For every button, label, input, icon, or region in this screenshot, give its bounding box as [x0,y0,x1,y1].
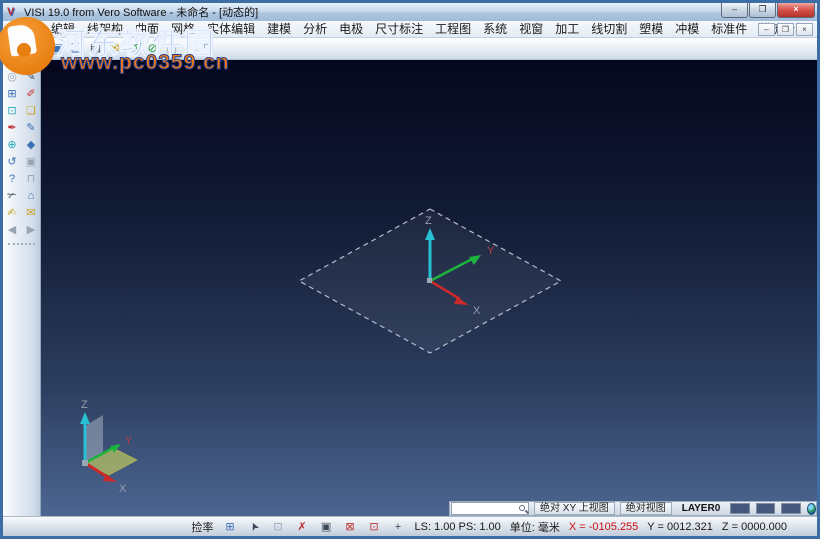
menu-system[interactable]: 系统 [477,21,513,37]
grid-snap-icon[interactable]: ⊞ [223,520,238,533]
view-toolbar: ◎ ✎ ⊞ ✐ ⊡ ❏ ✒ ✎ ⊕ ◆ ↺ ▣ ? ⊓ ✃ ⌂ ✍ ✉ ◀ ▶ [3,60,41,516]
cursor-icon[interactable]: ➤ [245,517,263,536]
menu-file[interactable]: 文件 [9,21,45,37]
menu-electrode[interactable]: 电极 [333,21,369,37]
active-layer-label[interactable]: LAYER0 [678,503,725,514]
box-delete-icon[interactable]: ⊠ [343,520,358,533]
add-icon[interactable]: + [391,521,406,533]
window-icon[interactable]: ▣ [200,40,217,57]
viewport-canvas: Z Y X Z Y X [80,208,563,495]
app-logo-icon: V [7,5,15,18]
box-select-icon[interactable]: ▣ [319,520,334,533]
menu-drawing[interactable]: 工程图 [429,21,477,37]
menu-standard-parts[interactable]: 标准件 [705,21,753,37]
window-title: VISI 19.0 from Vero Software - 未命名 - [动态… [24,7,259,19]
maximize-button[interactable]: ❐ [749,3,776,18]
menu-bar: 文件 编辑 线架构 曲面 网格 实体编辑 建模 分析 电极 尺寸标注 工程图 系… [3,21,820,38]
forward-icon[interactable]: ▶ [23,222,39,238]
paint-icon[interactable]: ✒ [4,120,20,136]
viewport-3d[interactable]: Z Y X Z Y X [41,60,817,516]
iso-view-icon[interactable]: ▣ [23,154,39,170]
ucs-x-label: X [119,483,127,495]
rotate-view-icon[interactable]: ↺ [4,154,20,170]
new-file-icon[interactable]: ❏ [11,40,28,57]
menu-progress[interactable]: 冲模 [669,21,705,37]
menu-surface[interactable]: 曲面 [129,21,165,37]
face-icon[interactable]: ◆ [23,137,39,153]
print-icon[interactable]: ▤ [87,40,104,57]
globe-icon[interactable]: ⊕ [4,137,20,153]
coordinate-x: X = -0105.255 [568,520,639,533]
help-icon[interactable]: ? [4,171,20,187]
compass-icon[interactable]: ⊘ [144,40,161,57]
coordinate-y: Y = 0012.321 [647,520,713,533]
highlight-box-icon[interactable]: ⊡ [367,520,382,533]
workplane-view-button[interactable]: 绝对 XY 上视图 [534,502,615,515]
color-swatch-3[interactable] [781,503,801,514]
search-box[interactable] [451,502,529,515]
menu-wireframe[interactable]: 线架构 [81,21,129,37]
save-all-icon[interactable]: ❑ [68,40,85,57]
mdi-minimize-button[interactable]: – [758,23,775,36]
center-y-label: Y [487,245,495,257]
main-toolbar: ❏ ❐ ▣ ❑ ▤ ✉ ↺ ⊘ ▢ ▣ [3,38,817,60]
mail-icon[interactable]: ✉ [106,40,123,57]
back-icon[interactable]: ◀ [4,222,20,238]
ucs-z-label: Z [81,399,88,411]
menu-solid-edit[interactable]: 实体编辑 [201,21,261,37]
minimize-button[interactable]: – [721,3,748,18]
sketch-pencil-icon[interactable]: ✎ [23,69,39,85]
toolbar-gripper[interactable] [9,62,34,65]
open-icon[interactable]: ❐ [30,40,47,57]
close-button[interactable]: × [777,3,815,18]
curve-edit-icon[interactable]: ✎ [23,120,39,136]
eraser-icon[interactable]: ✃ [4,188,20,204]
red-pencil-icon[interactable]: ✐ [23,86,39,102]
unit-readout: 单位: 毫米 [509,521,560,534]
status-bar: 捡率 ⊞ ➤ ⊡ ✗ ▣ ⊠ ⊡ + LS: 1.00 PS: 1.00 单位:… [3,516,817,536]
globe-icon[interactable] [806,502,816,515]
save-icon[interactable]: ▣ [49,40,66,57]
menu-modeling[interactable]: 建模 [261,21,297,37]
title-bar[interactable]: V VISI 19.0 from Vero Software - 未命名 - [… [3,3,817,21]
absolute-view-button[interactable]: 绝对视图 [619,502,672,515]
coordinate-z: Z = 0000.000 [721,520,787,533]
snap-label: 捡率 [191,521,214,534]
refresh-icon[interactable]: ↺ [125,40,142,57]
search-icon [519,505,525,511]
center-z-label: Z [425,215,432,227]
menu-mould[interactable]: 塑模 [633,21,669,37]
home-view-icon[interactable]: ⌂ [23,188,39,204]
menu-mesh[interactable]: 网格 [165,21,201,37]
view-status-row: 绝对 XY 上视图 绝对视图 LAYER0 [449,501,817,516]
zoom-previous-icon[interactable]: ◎ [4,69,20,85]
mail2-icon[interactable]: ✉ [23,205,39,221]
color-swatch-1[interactable] [730,503,750,514]
app-window: V VISI 19.0 from Vero Software - 未命名 - [… [0,0,820,539]
zoom-window-icon[interactable]: ⊡ [4,103,20,119]
color-swatch-2[interactable] [755,503,776,514]
fit-view-icon[interactable]: ⊞ [4,86,20,102]
measure-icon[interactable]: ⊓ [23,171,39,187]
search-input[interactable] [452,503,528,514]
mdi-close-button[interactable]: × [796,23,813,36]
toolbar-divider [8,243,35,245]
scale-readout: LS: 1.00 PS: 1.00 [414,520,501,533]
annotate-icon[interactable]: ✍ [4,205,20,221]
menu-dimension[interactable]: 尺寸标注 [369,21,429,37]
ucs-axis-triad: Z Y X [80,399,138,495]
delete-icon[interactable]: ✗ [295,520,310,533]
menu-shoe-mould[interactable]: 鞋模 [813,21,820,37]
menu-analysis[interactable]: 分析 [297,21,333,37]
ucs-y-label: Y [125,435,133,447]
surface-edit-icon[interactable]: ❏ [23,103,39,119]
menu-window[interactable]: 视窗 [513,21,549,37]
sheet-icon[interactable]: ▢ [163,40,180,57]
menu-wire-edm[interactable]: 线切割 [585,21,633,37]
selection-filter-icon[interactable]: ⊡ [271,520,286,533]
menu-machining[interactable]: 加工 [549,21,585,37]
menu-edit[interactable]: 编辑 [45,21,81,37]
mdi-restore-button[interactable]: ❐ [777,23,794,36]
center-x-label: X [473,305,481,317]
